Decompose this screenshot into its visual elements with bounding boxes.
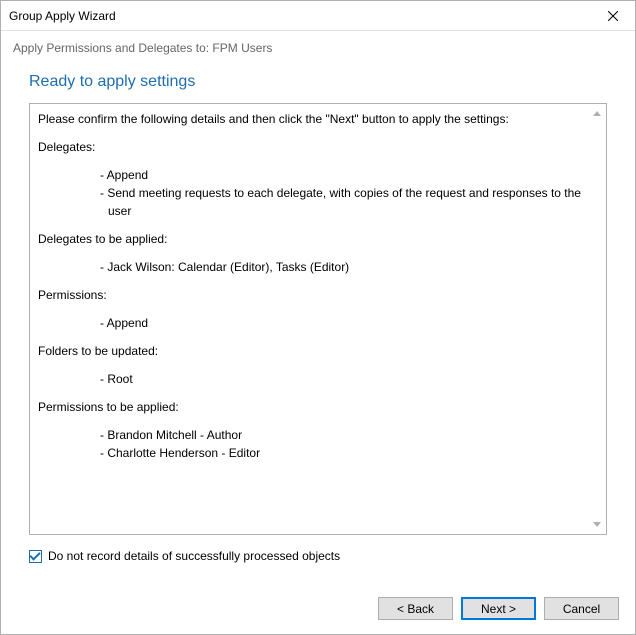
- scroll-down-icon[interactable]: [589, 517, 604, 532]
- wizard-subtitle: Apply Permissions and Delegates to: FPM …: [1, 31, 635, 55]
- delegates-applied-item: - Jack Wilson: Calendar (Editor), Tasks …: [38, 258, 598, 276]
- scroll-up-icon[interactable]: [589, 106, 604, 121]
- back-button[interactable]: < Back: [378, 597, 453, 620]
- button-row: < Back Next > Cancel: [1, 585, 635, 634]
- checkbox-row: Do not record details of successfully pr…: [29, 549, 607, 563]
- intro-text: Please confirm the following details and…: [38, 110, 598, 128]
- permissions-item: - Append: [38, 314, 598, 332]
- wizard-heading: Ready to apply settings: [29, 73, 607, 91]
- delegates-item: - Send meeting requests to each delegate…: [38, 184, 598, 220]
- close-button[interactable]: [590, 1, 635, 30]
- folders-item: - Root: [38, 370, 598, 388]
- next-button[interactable]: Next >: [461, 597, 536, 620]
- suppress-recording-checkbox[interactable]: [29, 550, 42, 563]
- close-icon: [608, 11, 618, 21]
- folders-heading: Folders to be updated:: [38, 342, 598, 360]
- delegates-applied-heading: Delegates to be applied:: [38, 230, 598, 248]
- permissions-heading: Permissions:: [38, 286, 598, 304]
- permissions-applied-heading: Permissions to be applied:: [38, 398, 598, 416]
- suppress-recording-label[interactable]: Do not record details of successfully pr…: [48, 549, 340, 563]
- delegates-heading: Delegates:: [38, 138, 598, 156]
- permissions-applied-item: - Charlotte Henderson - Editor: [38, 444, 598, 462]
- window-title: Group Apply Wizard: [9, 9, 116, 23]
- permissions-applied-item: - Brandon Mitchell - Author: [38, 426, 598, 444]
- titlebar: Group Apply Wizard: [1, 1, 635, 31]
- wizard-window: Group Apply Wizard Apply Permissions and…: [0, 0, 636, 635]
- details-box: Please confirm the following details and…: [29, 103, 607, 535]
- content-area: Ready to apply settings Please confirm t…: [1, 55, 635, 585]
- details-text[interactable]: Please confirm the following details and…: [30, 104, 606, 534]
- cancel-button[interactable]: Cancel: [544, 597, 619, 620]
- delegates-item: - Append: [38, 166, 598, 184]
